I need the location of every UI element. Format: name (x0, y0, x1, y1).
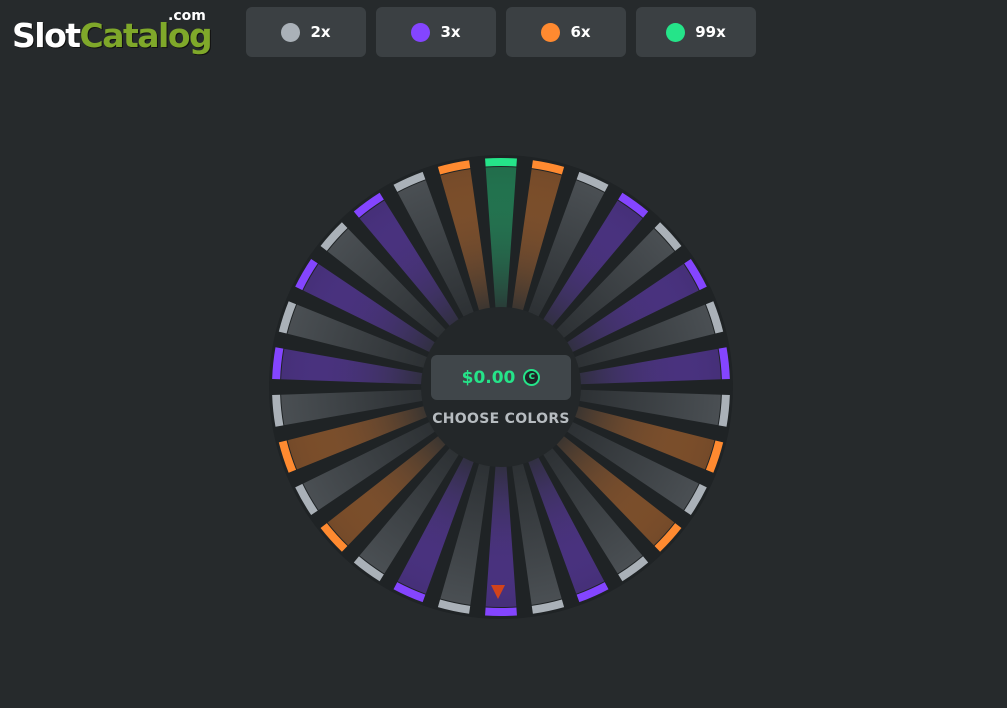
balance-display: $0.00 (431, 355, 571, 400)
wheel-segment-rim-99x (485, 157, 517, 167)
choose-colors-label: CHOOSE COLORS (432, 411, 570, 427)
wheel-segment-rim-3x (485, 607, 517, 616)
color-wheel (269, 155, 733, 619)
coin-icon (523, 369, 541, 386)
balance-amount: $0.00 (461, 367, 516, 388)
arrow-down-icon (491, 585, 505, 599)
